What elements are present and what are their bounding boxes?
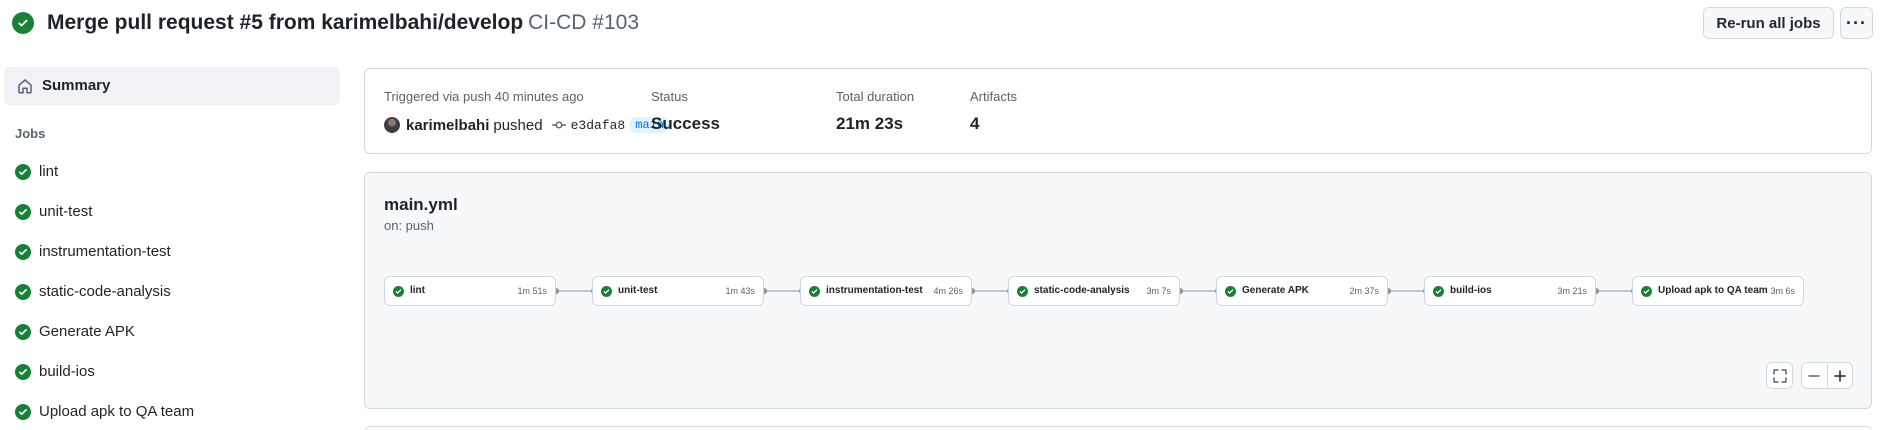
success-check-icon [1225, 286, 1236, 297]
success-check-icon [393, 286, 404, 297]
jobs-heading: Jobs [15, 126, 46, 141]
sidebar: Summary Jobs lint unit-test instrumentat… [0, 46, 345, 430]
status-value: Success [651, 114, 720, 133]
success-check-icon [15, 404, 31, 420]
git-commit-icon [551, 118, 566, 132]
run-summary-panel: Triggered via push 40 minutes ago karime… [364, 68, 1872, 154]
job-node-duration: 3m 21s [1557, 286, 1587, 296]
connector [761, 288, 805, 294]
sidebar-job-label: build-ios [39, 363, 95, 380]
trigger-text: Triggered via push 40 minutes ago [384, 89, 584, 104]
sidebar-job-label: unit-test [39, 203, 93, 220]
job-node-lint[interactable]: lint 1m 51s [384, 276, 556, 306]
sidebar-job-label: static-code-analysis [39, 283, 171, 300]
action-text: pushed [493, 116, 543, 134]
sidebar-item-summary[interactable]: Summary [4, 67, 340, 105]
job-node-duration: 3m 6s [1770, 286, 1795, 296]
job-node-duration: 1m 51s [517, 286, 547, 296]
success-check-icon [1433, 286, 1444, 297]
minus-icon [1808, 374, 1821, 377]
artifacts-label: Artifacts [970, 89, 1017, 104]
duration-label: Total duration [836, 89, 915, 104]
artifacts-count-link[interactable]: 4 [970, 114, 979, 134]
success-check-icon [15, 164, 31, 180]
sidebar-job-instrumentation-test[interactable]: instrumentation-test [4, 234, 340, 270]
connector [969, 288, 1013, 294]
job-node-instrumentation-test[interactable]: instrumentation-test 4m 26s [800, 276, 972, 306]
avatar[interactable] [384, 117, 400, 133]
success-check-icon [601, 286, 612, 297]
page-title: Merge pull request #5 from karimelbahi/d… [47, 10, 639, 36]
fullscreen-icon [1772, 368, 1787, 383]
success-check-icon [1641, 286, 1652, 297]
workflow-run-number: CI-CD #103 [528, 11, 640, 34]
next-panel [364, 426, 1872, 430]
job-node-duration: 1m 43s [725, 286, 755, 296]
run-title: Merge pull request #5 from karimelbahi/d… [47, 11, 524, 34]
job-node-label: build-ios [1450, 285, 1492, 296]
sidebar-job-static-code-analysis[interactable]: static-code-analysis [4, 274, 340, 310]
plus-icon [1834, 369, 1846, 382]
job-node-duration: 3m 7s [1146, 286, 1171, 296]
home-icon [16, 77, 34, 95]
fit-to-screen-button[interactable] [1766, 362, 1793, 389]
success-check-icon [1017, 286, 1028, 297]
connector [1177, 288, 1221, 294]
rerun-all-jobs-button[interactable]: Re-run all jobs [1703, 7, 1834, 39]
connector [1593, 288, 1637, 294]
duration-value: 21m 23s [836, 114, 904, 133]
job-node-duration: 2m 37s [1349, 286, 1379, 296]
sidebar-job-label: instrumentation-test [39, 243, 171, 260]
sidebar-job-lint[interactable]: lint [4, 154, 340, 190]
status-label: Status [651, 89, 688, 104]
success-check-icon [12, 12, 34, 34]
sidebar-job-label: Generate APK [39, 323, 135, 340]
job-node-duration: 4m 26s [933, 286, 963, 296]
sidebar-job-unit-test[interactable]: unit-test [4, 194, 340, 230]
success-check-icon [15, 324, 31, 340]
run-header: Merge pull request #5 from karimelbahi/d… [0, 0, 1881, 46]
sidebar-job-upload-apk[interactable]: Upload apk to QA team [4, 394, 340, 430]
success-check-icon [15, 284, 31, 300]
connector [553, 288, 597, 294]
job-node-static-code-analysis[interactable]: static-code-analysis 3m 7s [1008, 276, 1180, 306]
job-node-upload-apk[interactable]: Upload apk to QA team 3m 6s [1632, 276, 1804, 306]
job-node-label: Generate APK [1242, 285, 1309, 296]
success-check-icon [15, 204, 31, 220]
job-node-label: instrumentation-test [826, 285, 923, 296]
trigger-details: karimelbahi pushed e3dafa8 main [384, 115, 670, 135]
success-check-icon [809, 286, 820, 297]
zoom-in-button[interactable] [1826, 363, 1852, 388]
workflow-graph-panel: main.yml on: push lint 1m 51s unit-test … [364, 172, 1872, 409]
actor-link[interactable]: karimelbahi [406, 117, 489, 134]
zoom-out-button[interactable] [1802, 363, 1827, 388]
sidebar-job-generate-apk[interactable]: Generate APK [4, 314, 340, 350]
connector [1385, 288, 1429, 294]
success-check-icon [15, 244, 31, 260]
job-node-label: Upload apk to QA team [1658, 285, 1768, 296]
sidebar-job-build-ios[interactable]: build-ios [4, 354, 340, 390]
job-node-unit-test[interactable]: unit-test 1m 43s [592, 276, 764, 306]
job-node-generate-apk[interactable]: Generate APK 2m 37s [1216, 276, 1388, 306]
job-node-label: static-code-analysis [1034, 285, 1130, 296]
success-check-icon [15, 364, 31, 380]
job-node-label: unit-test [618, 285, 658, 296]
more-options-button[interactable]: ··· [1840, 7, 1873, 39]
zoom-controls [1801, 362, 1853, 389]
commit-sha-link[interactable]: e3dafa8 [571, 118, 626, 133]
job-node-label: lint [410, 285, 425, 296]
sidebar-job-label: Upload apk to QA team [39, 403, 195, 420]
job-node-build-ios[interactable]: build-ios 3m 21s [1424, 276, 1596, 306]
sidebar-item-label: Summary [42, 77, 111, 94]
sidebar-job-label: lint [39, 163, 59, 180]
